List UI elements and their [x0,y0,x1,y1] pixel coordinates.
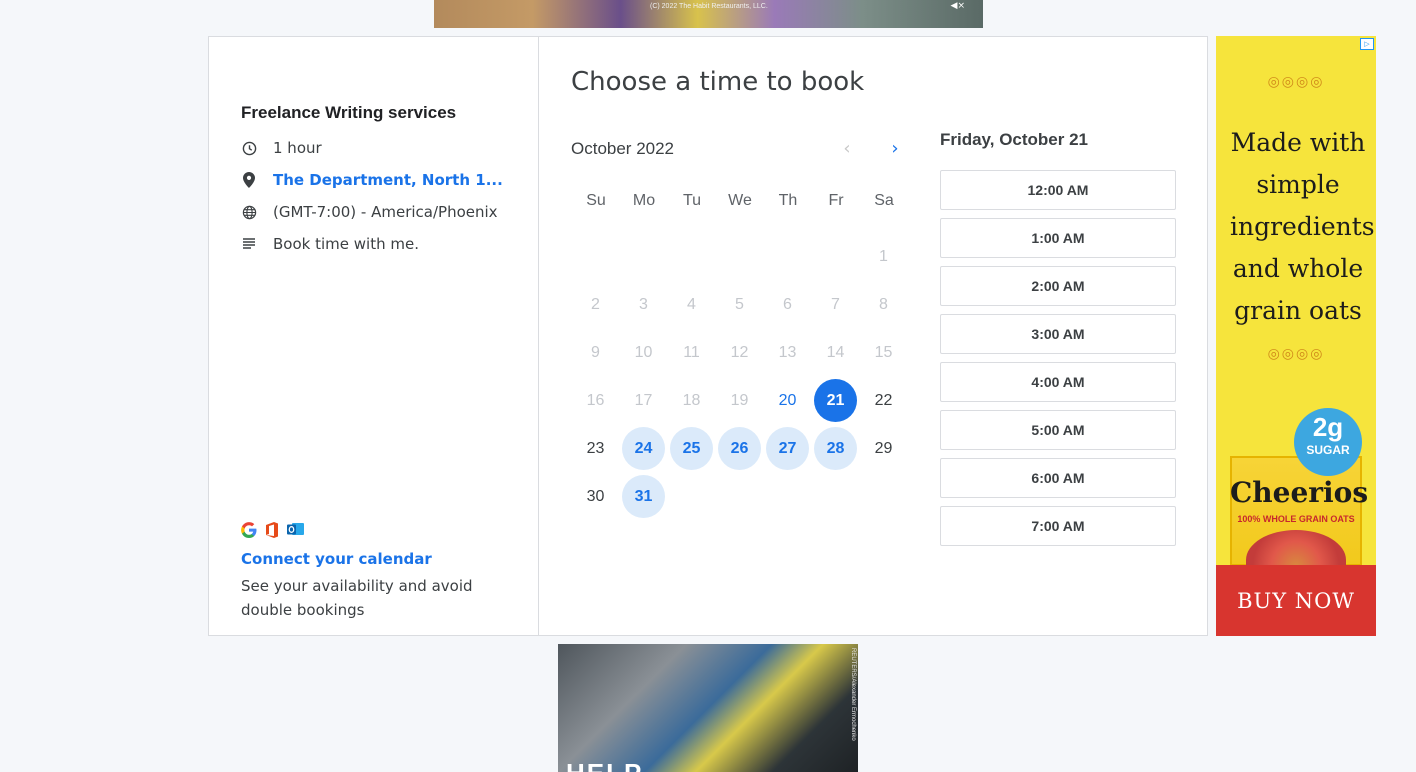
service-info-panel: Freelance Writing services 1 hour The De… [209,37,539,635]
description-text: Book time with me. [273,235,419,253]
calendar-day[interactable]: 26 [718,427,761,470]
next-month-button[interactable]: › [883,136,907,160]
booking-card: Freelance Writing services 1 hour The De… [208,36,1208,636]
notes-icon [241,236,257,252]
chevron-right-icon: › [891,137,899,159]
weekday-label: Sa [874,192,894,209]
ad-brand: Cheerios [1230,476,1369,509]
weekday-label: Fr [828,192,844,209]
office-icon [265,522,279,542]
calendar-day[interactable]: 24 [622,427,665,470]
calendar-day: 4 [687,295,696,313]
bottom-banner-ad[interactable]: REUTERS/Alexander Ermochenko HELP [558,644,858,772]
mute-icon[interactable]: ◀× [951,1,965,11]
location-pin-icon [241,172,257,188]
location-link[interactable]: The Department, North 1... [273,171,503,189]
calendar-day: 13 [778,343,797,361]
calendar-month-label: October 2022 [571,139,675,158]
sugar-amount: 2g [1312,412,1344,442]
ad-copyright: (C) 2022 The Habit Restaurants, LLC. [650,3,768,10]
calendar-day[interactable]: 31 [622,475,665,518]
ad-headline: HELP [566,758,643,772]
calendar-day: 17 [634,391,653,409]
time-slot-button[interactable]: 7:00 AM [940,506,1176,546]
top-banner-ad[interactable]: (C) 2022 The Habit Restaurants, LLC. ◀× [434,0,983,28]
page-title: Choose a time to book [571,67,865,97]
weekday-label: We [728,192,752,209]
previous-month-button[interactable]: ‹ [835,136,859,160]
booking-panel: Choose a time to book October 2022 ‹ › S… [540,37,1207,635]
calendar-day[interactable]: 27 [766,427,809,470]
calendar-day[interactable]: 25 [670,427,713,470]
weekday-label: Tu [682,192,702,209]
cereal-ad[interactable]: ▷ ◎◎◎◎ Made with simple ingredients and … [1216,36,1376,636]
description-row: Book time with me. [241,235,419,253]
calendar-day: 10 [634,343,653,361]
time-slot-button[interactable]: 6:00 AM [940,458,1176,498]
calendar-day: 18 [682,391,701,409]
calendar-provider-icons [241,522,304,542]
calendar-day: 16 [586,391,605,409]
calendar-day[interactable]: 30 [574,475,617,518]
location-row[interactable]: The Department, North 1... [241,171,503,189]
calendar-day: 14 [826,343,845,361]
photo-credit: REUTERS/Alexander Ermochenko [850,648,856,741]
calendar-day: 6 [783,295,792,313]
calendar-day: 12 [730,343,749,361]
cereal-decoration-top: ◎◎◎◎ [1267,74,1325,90]
calendar-day[interactable]: 29 [862,427,905,470]
calendar-day: 1 [879,247,888,265]
calendar-day: 9 [591,343,600,361]
calendar-day[interactable]: 23 [574,427,617,470]
calendar-day: 3 [639,295,648,313]
connect-calendar-description: See your availability and avoid double b… [241,577,473,619]
service-title: Freelance Writing services [241,103,457,122]
calendar-day: 11 [683,343,700,361]
calendar-day[interactable]: 22 [862,379,905,422]
timezone-row: (GMT-7:00) - America/Phoenix [241,203,498,221]
sugar-label: SUGAR [1306,443,1350,457]
time-slot-button[interactable]: 1:00 AM [940,218,1176,258]
ad-tagline: Made with simple ingredients and whole g… [1230,128,1375,325]
time-slot-button[interactable]: 2:00 AM [940,266,1176,306]
selected-day-label: Friday, October 21 [940,130,1089,149]
weekday-label: Su [586,192,606,209]
adchoices-icon[interactable]: ▷ [1360,38,1374,50]
calendar-day: 8 [879,295,888,313]
timezone-text: (GMT-7:00) - America/Phoenix [273,203,498,221]
calendar-day: 5 [735,295,744,313]
calendar-day: 7 [831,295,840,313]
time-slot-button[interactable]: 4:00 AM [940,362,1176,402]
calendar-day: 15 [874,343,893,361]
time-slot-button[interactable]: 3:00 AM [940,314,1176,354]
calendar-day: 2 [591,295,600,313]
weekday-label: Th [778,192,798,209]
google-icon [241,522,257,542]
buy-now-button[interactable]: BUY NOW [1216,565,1376,636]
time-slot-button[interactable]: 12:00 AM [940,170,1176,210]
cereal-decoration-bottom: ◎◎◎◎ [1267,346,1325,362]
outlook-icon [287,522,304,542]
calendar-day[interactable]: 20 [766,379,809,422]
duration-row: 1 hour [241,139,322,157]
sugar-badge: 2g SUGAR [1294,408,1362,476]
ad-oats-claim: 100% WHOLE GRAIN OATS [1237,514,1355,524]
duration-text: 1 hour [273,139,322,157]
calendar-day-selected[interactable]: 21 [814,379,857,422]
globe-icon [241,204,257,220]
calendar-day: 19 [730,391,749,409]
connect-calendar-link[interactable]: Connect your calendar [241,550,432,568]
clock-icon [241,140,257,156]
time-slot-button[interactable]: 5:00 AM [940,410,1176,450]
calendar-day[interactable]: 28 [814,427,857,470]
chevron-left-icon: ‹ [843,137,851,159]
weekday-label: Mo [632,192,656,209]
